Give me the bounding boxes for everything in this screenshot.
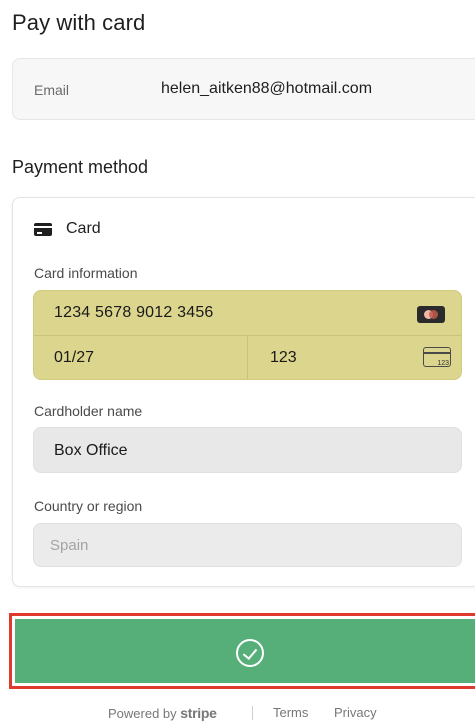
email-label: Email: [34, 82, 70, 98]
card-number-value: 1234 5678 9012 3456: [54, 304, 214, 321]
powered-by-text: Powered by: [108, 706, 177, 721]
email-value: helen_aitken88@hotmail.com: [161, 80, 373, 97]
country-label: Country or region: [34, 498, 143, 514]
country-select[interactable]: Spain: [33, 523, 462, 567]
cvc-icon: 123: [423, 347, 451, 367]
country-value: Spain: [50, 537, 89, 554]
page-title: Pay with card: [12, 10, 146, 35]
card-information-field: 1234 5678 9012 3456 01/27 123 123: [33, 290, 462, 380]
pay-button[interactable]: [15, 619, 475, 683]
cardholder-name-label: Cardholder name: [34, 403, 143, 419]
payment-method-panel: Card Card information 1234 5678 9012 345…: [12, 197, 475, 587]
card-expiry-field[interactable]: 01/27: [54, 349, 94, 367]
cvc-icon-text: 123: [437, 360, 449, 367]
check-circle-icon: [236, 639, 264, 667]
card-number-field[interactable]: 1234 5678 9012 3456: [34, 291, 461, 336]
cardholder-name-value: Box Office: [54, 442, 128, 459]
card-cvc-field[interactable]: 123: [270, 349, 297, 367]
cardholder-name-input[interactable]: Box Office: [33, 427, 462, 473]
credit-card-icon: [34, 222, 52, 236]
card-method-label: Card: [66, 220, 101, 237]
stripe-logo: stripe: [180, 705, 217, 721]
terms-link[interactable]: Terms: [273, 705, 308, 720]
card-method-option[interactable]: Card: [34, 220, 101, 238]
card-information-label: Card information: [34, 265, 138, 281]
footer: Powered by stripe Terms Privacy: [0, 705, 475, 722]
card-brand-icon: [417, 306, 445, 323]
pay-button-highlight: [9, 613, 475, 689]
privacy-link[interactable]: Privacy: [334, 705, 377, 720]
field-divider: [247, 336, 248, 379]
payment-method-title: Payment method: [12, 157, 149, 177]
powered-by-stripe[interactable]: Powered by stripe: [108, 705, 217, 721]
footer-divider: [252, 706, 253, 720]
email-row: Email helen_aitken88@hotmail.com: [12, 58, 475, 120]
